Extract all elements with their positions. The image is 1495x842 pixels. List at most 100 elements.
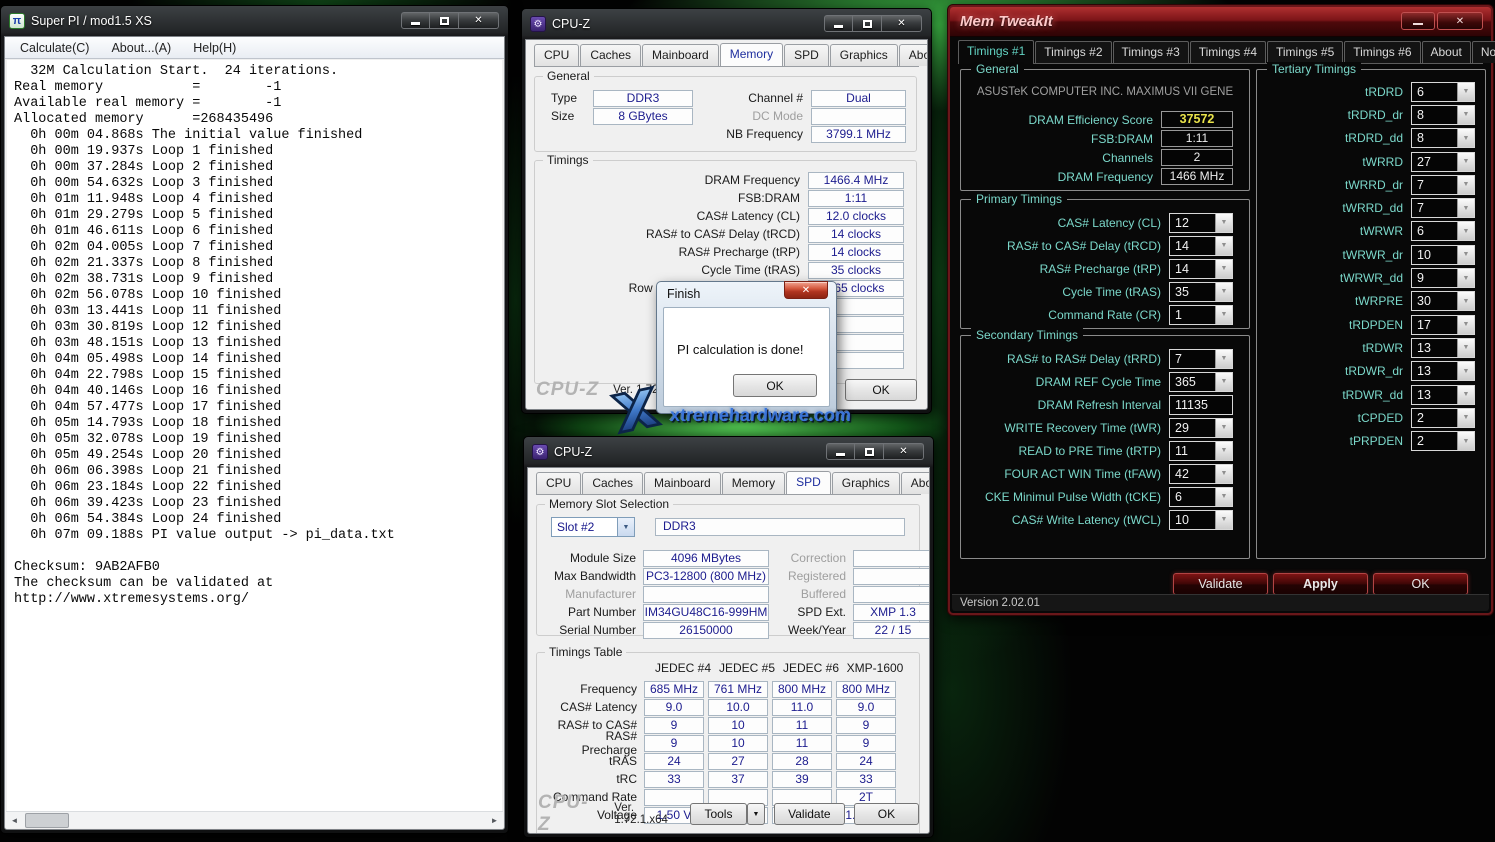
timing-spinner[interactable]: 10 ▼ — [1169, 510, 1233, 530]
tab[interactable]: About — [1422, 41, 1471, 63]
maximize-button[interactable] — [855, 443, 884, 460]
tab[interactable]: About — [901, 472, 930, 494]
dropdown-arrow-icon[interactable]: ▼ — [1215, 442, 1232, 460]
timing-spinner[interactable]: 17 ▼ — [1411, 315, 1475, 335]
tab[interactable]: Timings #1 — [958, 40, 1034, 64]
timing-spinner[interactable]: 13 ▼ — [1411, 361, 1475, 381]
dropdown-arrow-icon[interactable]: ▼ — [1215, 237, 1232, 255]
dropdown-arrow-icon[interactable]: ▼ — [1457, 129, 1474, 147]
timing-spinner[interactable]: 7 ▼ — [1411, 175, 1475, 195]
ok-button[interactable]: OK — [1373, 573, 1468, 595]
timing-spinner[interactable]: 14 ▼ — [1169, 259, 1233, 279]
tools-dropdown-button[interactable]: ▼ — [747, 803, 765, 825]
tab[interactable]: Caches — [580, 44, 641, 66]
ok-button[interactable]: OK — [854, 803, 919, 825]
timing-spinner[interactable]: 42 ▼ — [1169, 464, 1233, 484]
timing-spinner[interactable]: 6 ▼ — [1411, 82, 1475, 102]
scroll-left-icon[interactable]: ◄ — [6, 812, 23, 829]
dropdown-arrow-icon[interactable]: ▼ — [1215, 214, 1232, 232]
timing-spinner[interactable]: 1 ▼ — [1169, 305, 1233, 325]
timing-spinner[interactable]: 27 ▼ — [1411, 152, 1475, 172]
tab[interactable]: Timings #6 — [1344, 41, 1420, 63]
tab[interactable]: About — [899, 44, 928, 66]
dropdown-arrow-icon[interactable]: ▼ — [1457, 269, 1474, 287]
dropdown-arrow-icon[interactable]: ▼ — [617, 518, 634, 536]
dropdown-arrow-icon[interactable]: ▼ — [1457, 316, 1474, 334]
dropdown-arrow-icon[interactable]: ▼ — [1215, 488, 1232, 506]
dropdown-arrow-icon[interactable]: ▼ — [1215, 419, 1232, 437]
tab[interactable]: Timings #3 — [1113, 41, 1189, 63]
dropdown-arrow-icon[interactable]: ▼ — [1457, 339, 1474, 357]
tab[interactable]: SPD — [786, 471, 831, 495]
dropdown-arrow-icon[interactable]: ▼ — [1457, 153, 1474, 171]
tab[interactable]: Caches — [582, 472, 643, 494]
dropdown-arrow-icon[interactable]: ▼ — [1457, 222, 1474, 240]
tab[interactable]: Timings #4 — [1190, 41, 1266, 63]
tab[interactable]: Timings #5 — [1267, 41, 1343, 63]
minimize-button[interactable] — [826, 443, 855, 460]
dropdown-arrow-icon[interactable]: ▼ — [1457, 409, 1474, 427]
timing-spinner[interactable]: 35 ▼ — [1169, 282, 1233, 302]
timing-spinner[interactable]: 13 ▼ — [1411, 338, 1475, 358]
dropdown-arrow-icon[interactable]: ▼ — [1457, 106, 1474, 124]
dropdown-arrow-icon[interactable]: ▼ — [1457, 432, 1474, 450]
slot-select[interactable]: Slot #2 ▼ — [551, 517, 635, 537]
tab[interactable]: SPD — [784, 44, 829, 66]
minimize-button[interactable] — [1401, 12, 1435, 30]
timing-spinner[interactable]: 9 ▼ — [1411, 268, 1475, 288]
timing-spinner[interactable]: 6 ▼ — [1169, 487, 1233, 507]
tab[interactable]: Mainboard — [642, 44, 719, 66]
maximize-button[interactable] — [853, 15, 882, 32]
close-button[interactable]: ✕ — [884, 443, 924, 460]
close-button[interactable]: ✕ — [1437, 12, 1483, 30]
timing-spinner[interactable]: 11135 ▼ — [1169, 395, 1233, 415]
ok-button[interactable]: OK — [845, 379, 917, 401]
validate-button[interactable]: Validate — [1173, 573, 1268, 595]
tab[interactable]: Timings #2 — [1035, 41, 1111, 63]
menu-item[interactable]: Help(H) — [182, 38, 247, 58]
dropdown-arrow-icon[interactable]: ▼ — [1457, 199, 1474, 217]
timing-spinner[interactable]: 29 ▼ — [1169, 418, 1233, 438]
tab[interactable]: CPU — [534, 44, 579, 66]
dropdown-arrow-icon[interactable]: ▼ — [1215, 350, 1232, 368]
timing-spinner[interactable]: 10 ▼ — [1411, 245, 1475, 265]
timing-spinner[interactable]: 8 ▼ — [1411, 105, 1475, 125]
timing-spinner[interactable]: 2 ▼ — [1411, 408, 1475, 428]
timing-spinner[interactable]: 365 ▼ — [1169, 372, 1233, 392]
dropdown-arrow-icon[interactable]: ▼ — [1457, 246, 1474, 264]
timing-spinner[interactable]: 13 ▼ — [1411, 385, 1475, 405]
menu-item[interactable]: About...(A) — [100, 38, 182, 58]
apply-button[interactable]: Apply — [1273, 573, 1368, 595]
timing-spinner[interactable]: 6 ▼ — [1411, 221, 1475, 241]
timing-spinner[interactable]: 8 ▼ — [1411, 128, 1475, 148]
tab[interactable]: Notice — [1472, 41, 1495, 63]
close-button[interactable]: ✕ — [459, 12, 499, 29]
tab[interactable]: Graphics — [832, 472, 900, 494]
timing-spinner[interactable]: 11 ▼ — [1169, 441, 1233, 461]
timing-spinner[interactable]: 14 ▼ — [1169, 236, 1233, 256]
scroll-right-icon[interactable]: ► — [486, 812, 503, 829]
tab[interactable]: Graphics — [830, 44, 898, 66]
dropdown-arrow-icon[interactable]: ▼ — [1215, 283, 1232, 301]
validate-button[interactable]: Validate — [774, 803, 845, 825]
tools-button[interactable]: Tools — [690, 803, 747, 825]
maximize-button[interactable] — [430, 12, 459, 29]
minimize-button[interactable] — [401, 12, 430, 29]
dropdown-arrow-icon[interactable]: ▼ — [1457, 176, 1474, 194]
timing-spinner[interactable]: 7 ▼ — [1169, 349, 1233, 369]
dropdown-arrow-icon[interactable]: ▼ — [1457, 292, 1474, 310]
scrollbar-thumb[interactable] — [25, 813, 69, 828]
timing-spinner[interactable]: 30 ▼ — [1411, 291, 1475, 311]
dropdown-arrow-icon[interactable]: ▼ — [1457, 386, 1474, 404]
tab[interactable]: Mainboard — [644, 472, 721, 494]
tab[interactable]: CPU — [536, 472, 581, 494]
dropdown-arrow-icon[interactable]: ▼ — [1215, 306, 1232, 324]
dropdown-arrow-icon[interactable]: ▼ — [1215, 260, 1232, 278]
dropdown-arrow-icon[interactable]: ▼ — [1215, 373, 1232, 391]
timing-spinner[interactable]: 12 ▼ — [1169, 213, 1233, 233]
dropdown-arrow-icon[interactable]: ▼ — [1457, 362, 1474, 380]
minimize-button[interactable] — [824, 15, 853, 32]
close-button[interactable]: ✕ — [882, 15, 922, 32]
tab[interactable]: Memory — [720, 43, 783, 67]
dropdown-arrow-icon[interactable]: ▼ — [1215, 465, 1232, 483]
